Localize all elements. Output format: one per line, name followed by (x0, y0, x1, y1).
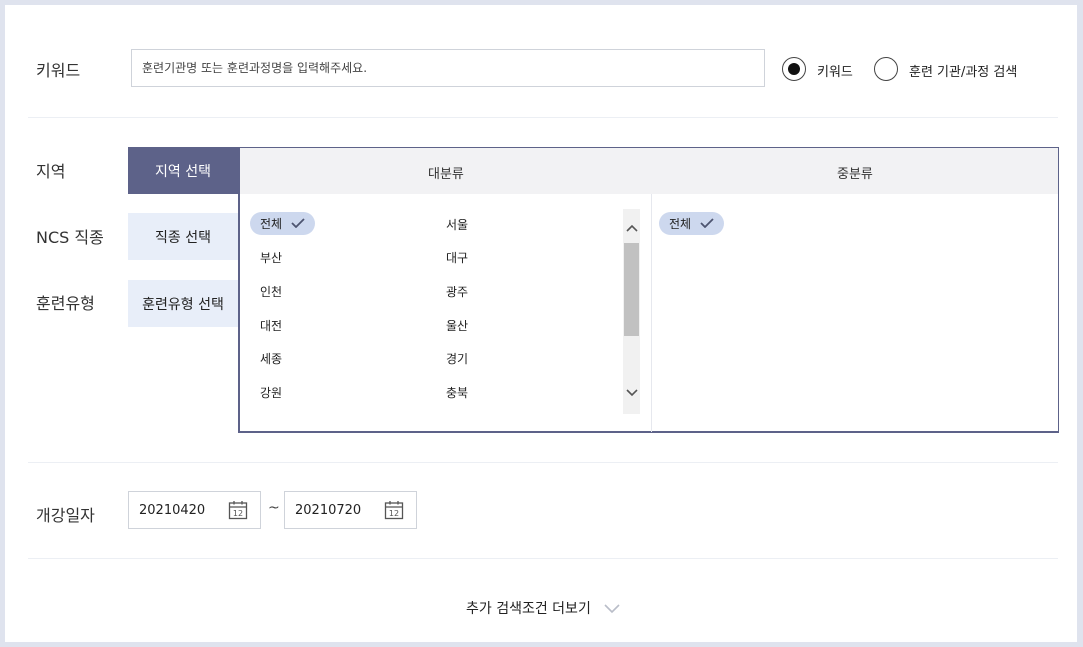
start-date-label: 개강일자 (36, 506, 95, 525)
radio-keyword[interactable]: 키워드 (782, 57, 862, 83)
start-date-value: 20210420 (139, 503, 206, 518)
region-item[interactable]: 서울 (446, 216, 468, 233)
region-item[interactable]: 강원 (260, 384, 282, 401)
subregion-item-selected[interactable]: 전체 (659, 212, 725, 235)
check-icon (696, 217, 714, 232)
region-item[interactable]: 인천 (260, 283, 282, 300)
ncs-label: NCS 직종 (36, 228, 104, 247)
calendar-icon-text: 12 (389, 509, 399, 518)
radio-keyword-circle[interactable] (782, 57, 806, 81)
region-panel-header: 대분류 중분류 (240, 148, 1058, 194)
start-date-field[interactable]: 20210420 12 (128, 491, 261, 529)
region-item[interactable]: 충북 (446, 384, 468, 401)
major-category-header: 대분류 (428, 167, 464, 182)
scroll-up-icon[interactable] (623, 219, 640, 237)
more-search-options-button[interactable]: 추가 검색조건 더보기 (466, 598, 591, 618)
region-dropdown-panel: 대분류 중분류 전체 서울 부산 대구 인천 광주 대전 울산 세종 경기 강원… (238, 147, 1059, 433)
region-item[interactable]: 울산 (446, 317, 468, 334)
end-date-value: 20210720 (295, 503, 362, 518)
region-item[interactable]: 부산 (260, 249, 282, 266)
radio-keyword-label: 키워드 (817, 65, 853, 80)
minor-category-header: 중분류 (837, 167, 873, 182)
column-divider (651, 194, 652, 432)
region-item[interactable]: 세종 (260, 350, 282, 367)
training-type-label: 훈련유형 (36, 294, 95, 313)
radio-institution-course-circle[interactable] (874, 57, 898, 81)
scroll-down-icon[interactable] (623, 384, 640, 402)
calendar-icon[interactable]: 12 (384, 500, 404, 524)
region-select-button[interactable]: 지역 선택 (128, 147, 238, 194)
calendar-icon-text: 12 (233, 509, 243, 518)
region-item[interactable]: 경기 (446, 350, 468, 367)
region-item-selected[interactable]: 전체 (250, 212, 316, 235)
radio-institution-course-label: 훈련 기관/과정 검색 (909, 65, 1018, 80)
divider (28, 558, 1058, 559)
radio-institution-course[interactable]: 훈련 기관/과정 검색 (874, 57, 1024, 83)
divider (28, 462, 1058, 463)
date-separator: ~ (268, 500, 280, 516)
keyword-input[interactable] (131, 49, 765, 87)
region-item[interactable]: 대전 (260, 317, 282, 334)
end-date-field[interactable]: 20210720 12 (284, 491, 417, 529)
region-label: 지역 (36, 162, 66, 181)
subregion-item-label: 전체 (669, 217, 692, 231)
ncs-select-button[interactable]: 직종 선택 (128, 213, 238, 260)
training-type-select-button[interactable]: 훈련유형 선택 (128, 280, 238, 327)
calendar-icon[interactable]: 12 (228, 500, 248, 524)
divider (28, 117, 1058, 118)
region-item[interactable]: 대구 (446, 249, 468, 266)
scrollbar[interactable] (623, 209, 640, 414)
check-icon (287, 217, 305, 232)
scrollbar-thumb[interactable] (624, 243, 639, 336)
keyword-label: 키워드 (36, 61, 81, 80)
chevron-down-icon[interactable] (604, 599, 620, 618)
region-item[interactable]: 광주 (446, 283, 468, 300)
region-item-label: 전체 (260, 217, 283, 231)
